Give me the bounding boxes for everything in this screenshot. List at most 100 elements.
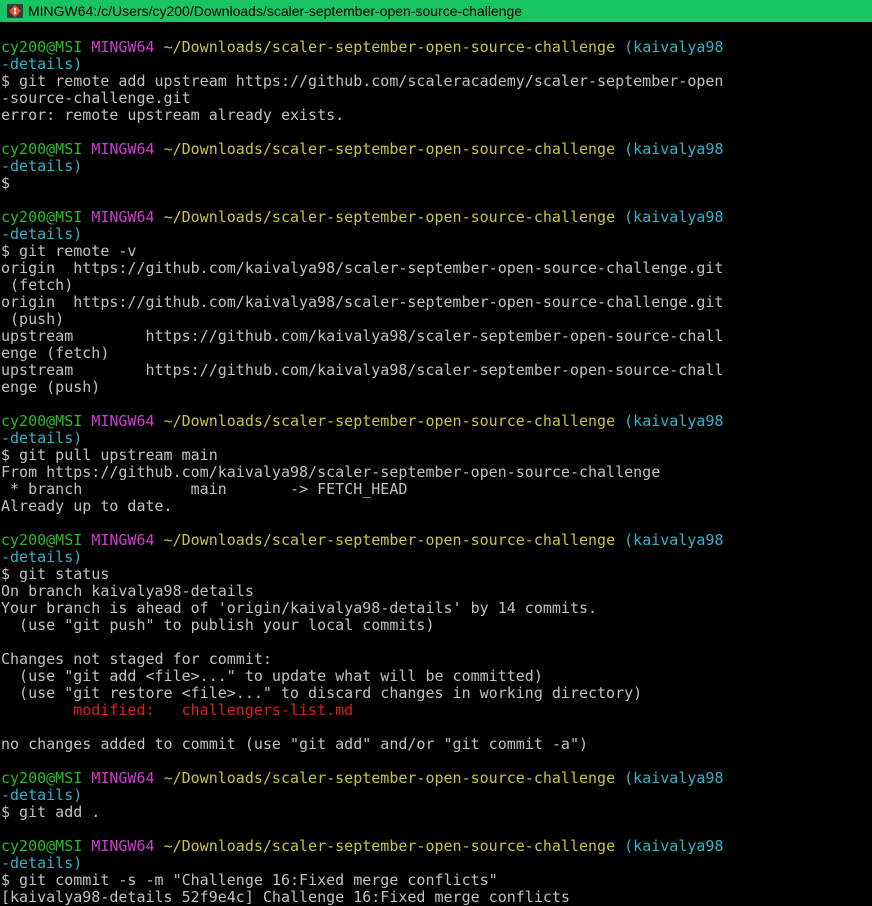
terminal-line: -details) [0,787,872,804]
window-title: MINGW64:/c/Users/cy200/Downloads/scaler-… [28,3,523,19]
terminal-line: -details) [0,56,872,73]
terminal-line: $ git commit -s -m "Challenge 16:Fixed m… [0,872,872,889]
terminal-text-segment: ~/Downloads/scaler-september-open-source… [163,208,625,226]
terminal-line: $ git remote -v [0,243,872,260]
terminal-text-segment: (kaivalya98 [624,140,724,158]
terminal-text-segment: -details) [1,225,83,243]
terminal-text-segment: (use "git restore <file>..." to discard … [1,684,643,702]
terminal-text-segment: ~/Downloads/scaler-september-open-source… [163,140,625,158]
terminal-line: no changes added to commit (use "git add… [0,736,872,753]
terminal-text-segment: cy200@MSI [1,208,92,226]
terminal-line: (use "git push" to publish your local co… [0,617,872,634]
terminal-text-segment: -details) [1,157,83,175]
terminal-text-segment: [kaivalya98-details 52f9e4c] Challenge 1… [1,888,570,906]
terminal-output[interactable]: cy200@MSI MINGW64 ~/Downloads/scaler-sep… [0,22,872,906]
terminal-text-segment: -details) [1,786,83,804]
terminal-text-segment: upstream https://github.com/kaivalya98/s… [1,361,724,379]
terminal-line: upstream https://github.com/kaivalya98/s… [0,362,872,379]
window-titlebar[interactable]: MINGW64:/c/Users/cy200/Downloads/scaler-… [0,0,872,22]
terminal-text-segment: origin https://github.com/kaivalya98/sca… [1,259,724,277]
terminal-text-segment: cy200@MSI [1,38,92,56]
terminal-line: On branch kaivalya98-details [0,583,872,600]
terminal-text-segment: $ git add . [1,803,101,821]
terminal-text-segment: MINGW64 [91,208,164,226]
terminal-line: Changes not staged for commit: [0,651,872,668]
terminal-line: Your branch is ahead of 'origin/kaivalya… [0,600,872,617]
terminal-text-segment: error: remote upstream already exists. [1,106,345,124]
terminal-text-segment: cy200@MSI [1,412,92,430]
terminal-line: (fetch) [0,277,872,294]
terminal-text-segment: (kaivalya98 [624,837,724,855]
terminal-text-segment: $ git remote add upstream https://github… [1,72,724,90]
terminal-line: error: remote upstream already exists. [0,107,872,124]
terminal-text-segment: enge (fetch) [1,344,110,362]
terminal-text-segment: (kaivalya98 [624,412,724,430]
terminal-text-segment: -details) [1,429,83,447]
terminal-line: cy200@MSI MINGW64 ~/Downloads/scaler-sep… [0,770,872,787]
terminal-text-segment: $ git status [1,565,110,583]
terminal-line: -details) [0,226,872,243]
terminal-line: (push) [0,311,872,328]
terminal-text-segment: cy200@MSI [1,140,92,158]
terminal-text-segment: (kaivalya98 [624,531,724,549]
terminal-text-segment: origin https://github.com/kaivalya98/sca… [1,293,724,311]
terminal-text-segment: ~/Downloads/scaler-september-open-source… [163,531,625,549]
terminal-line: Already up to date. [0,498,872,515]
terminal-text-segment: cy200@MSI [1,531,92,549]
terminal-text-segment: (use "git push" to publish your local co… [1,616,435,634]
terminal-text-segment: Your branch is ahead of 'origin/kaivalya… [1,599,598,617]
terminal-line: [kaivalya98-details 52f9e4c] Challenge 1… [0,889,872,906]
terminal-text-segment: MINGW64 [91,38,164,56]
terminal-text-segment: (kaivalya98 [624,38,724,56]
terminal-text-segment: (kaivalya98 [624,208,724,226]
terminal-text-segment: Changes not staged for commit: [1,650,272,668]
terminal-text-segment: MINGW64 [91,140,164,158]
terminal-line: $ git pull upstream main [0,447,872,464]
terminal-text-segment: MINGW64 [91,769,164,787]
terminal-line: upstream https://github.com/kaivalya98/s… [0,328,872,345]
terminal-line: cy200@MSI MINGW64 ~/Downloads/scaler-sep… [0,838,872,855]
terminal-text-segment: MINGW64 [91,412,164,430]
terminal-text-segment: upstream https://github.com/kaivalya98/s… [1,327,724,345]
terminal-text-segment: modified: challengers-list.md [1,701,354,719]
terminal-line: modified: challengers-list.md [0,702,872,719]
terminal-text-segment: From https://github.com/kaivalya98/scale… [1,463,661,481]
terminal-line: enge (fetch) [0,345,872,362]
terminal-line: -details) [0,855,872,872]
terminal-text-segment: no changes added to commit (use "git add… [1,735,588,753]
terminal-text-segment: Already up to date. [1,497,173,515]
terminal-line: $ git add . [0,804,872,821]
terminal-line: (use "git add <file>..." to update what … [0,668,872,685]
terminal-text-segment: (kaivalya98 [624,769,724,787]
terminal-text-segment: ~/Downloads/scaler-september-open-source… [163,837,625,855]
terminal-text-segment: (use "git add <file>..." to update what … [1,667,543,685]
terminal-text-segment: (fetch) [1,276,74,294]
terminal-text-segment: (push) [1,310,65,328]
terminal-line: cy200@MSI MINGW64 ~/Downloads/scaler-sep… [0,39,872,56]
terminal-line: enge (push) [0,379,872,396]
terminal-text-segment: MINGW64 [91,531,164,549]
terminal-line: -details) [0,430,872,447]
terminal-line: cy200@MSI MINGW64 ~/Downloads/scaler-sep… [0,141,872,158]
terminal-text-segment: cy200@MSI [1,837,92,855]
terminal-text-segment: -details) [1,548,83,566]
terminal-line: $ git status [0,566,872,583]
terminal-line: -source-challenge.git [0,90,872,107]
terminal-text-segment: ~/Downloads/scaler-september-open-source… [163,769,625,787]
terminal-line: From https://github.com/kaivalya98/scale… [0,464,872,481]
terminal-text-segment: On branch kaivalya98-details [1,582,254,600]
terminal-line: origin https://github.com/kaivalya98/sca… [0,294,872,311]
terminal-line: * branch main -> FETCH_HEAD [0,481,872,498]
terminal-text-segment: $ git pull upstream main [1,446,218,464]
terminal-line: cy200@MSI MINGW64 ~/Downloads/scaler-sep… [0,532,872,549]
terminal-line: $ git remote add upstream https://github… [0,73,872,90]
terminal-text-segment: $ git remote -v [1,242,137,260]
terminal-line: cy200@MSI MINGW64 ~/Downloads/scaler-sep… [0,413,872,430]
